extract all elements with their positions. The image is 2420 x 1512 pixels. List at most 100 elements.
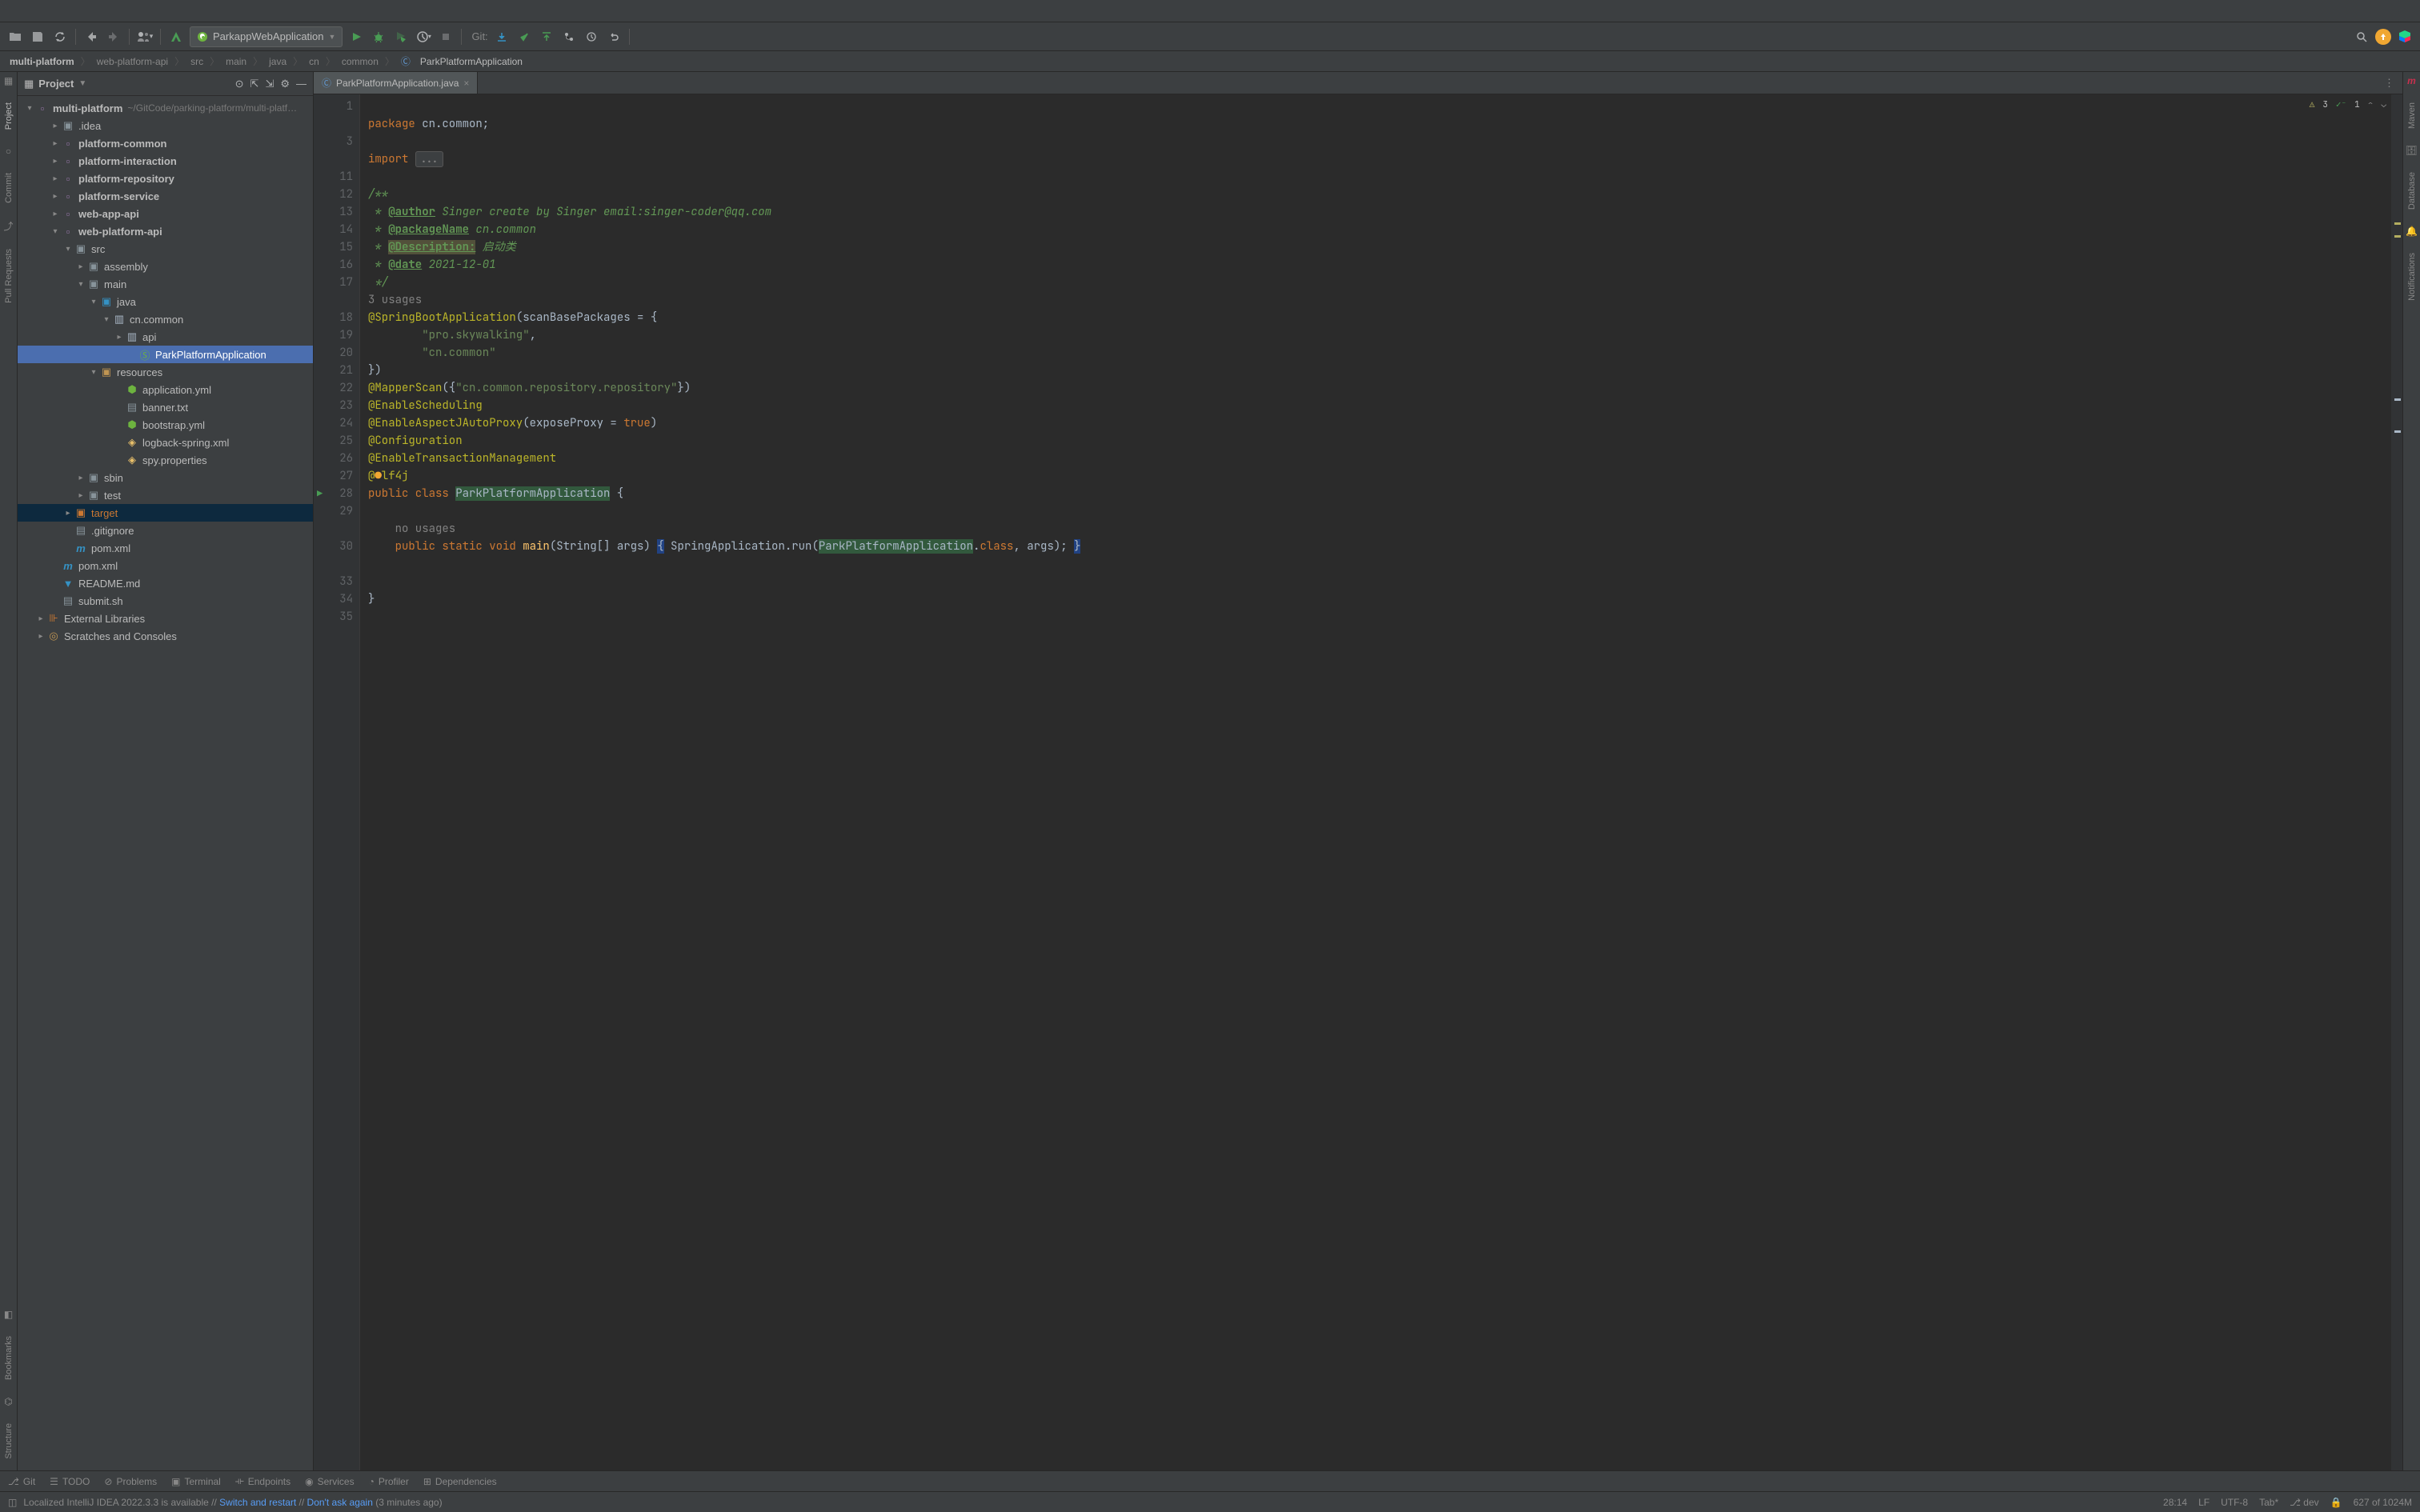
tree-file[interactable]: ◈logback-spring.xml [18, 434, 313, 451]
status-link-switch[interactable]: Switch and restart [219, 1497, 296, 1508]
structure-stripe-label[interactable]: Structure [4, 1420, 14, 1462]
database-stripe-icon[interactable]: 🗄 [2406, 145, 2418, 156]
git-history-icon[interactable] [560, 28, 578, 46]
memory-indicator[interactable]: 627 of 1024M [2354, 1497, 2412, 1508]
notifications-stripe-icon[interactable]: 🔔 [2406, 226, 2418, 237]
tool-endpoints[interactable]: ⟛Endpoints [235, 1475, 290, 1487]
project-stripe-icon[interactable]: ▦ [4, 75, 13, 86]
profile-icon[interactable]: ▾ [415, 28, 432, 46]
tree-file[interactable]: ▼README.md [18, 574, 313, 592]
git-push-icon[interactable] [538, 28, 555, 46]
tree-file[interactable]: ▤.gitignore [18, 522, 313, 539]
back-icon[interactable] [82, 28, 100, 46]
code-with-me-icon[interactable]: ▾ [136, 28, 154, 46]
git-branch-widget[interactable]: ⎇ dev [2290, 1497, 2319, 1508]
line-ending[interactable]: LF [2198, 1497, 2210, 1508]
debug-icon[interactable] [370, 28, 387, 46]
caret-position[interactable]: 28:14 [2163, 1497, 2187, 1508]
database-stripe-label[interactable]: Database [2407, 169, 2417, 213]
breadcrumb-item[interactable]: common [339, 56, 382, 67]
tree-module[interactable]: ▸▫platform-repository [18, 170, 313, 187]
jetbrains-toolbox-icon[interactable] [2396, 28, 2414, 46]
tool-dependencies[interactable]: ⊞Dependencies [423, 1476, 497, 1487]
notifications-stripe-label[interactable]: Notifications [2407, 250, 2417, 304]
tree-module[interactable]: ▾▫web-platform-api [18, 222, 313, 240]
tree-module[interactable]: ▸▫platform-service [18, 187, 313, 205]
structure-stripe-icon[interactable]: ⌬ [4, 1396, 12, 1407]
select-opened-icon[interactable]: ⊙ [235, 78, 244, 90]
search-icon[interactable] [2353, 28, 2370, 46]
tree-file[interactable]: ▤banner.txt [18, 398, 313, 416]
tree-folder-idea[interactable]: ▸▣.idea [18, 117, 313, 134]
tree-file[interactable]: ▤submit.sh [18, 592, 313, 610]
tree-file[interactable]: ◈spy.properties [18, 451, 313, 469]
git-rollback-icon[interactable] [605, 28, 623, 46]
editor[interactable]: ⚠3 ✓⁻1 ⌃ ⌄ 1 3 11 12 13 14 15 16 17 18 1… [314, 94, 2402, 1470]
tree-file[interactable]: mpom.xml [18, 539, 313, 557]
expand-all-icon[interactable]: ⇱ [250, 78, 259, 90]
open-icon[interactable] [6, 28, 24, 46]
sync-icon[interactable] [51, 28, 69, 46]
breadcrumb-item[interactable]: main [222, 56, 250, 67]
tree-file[interactable]: ⬢bootstrap.yml [18, 416, 313, 434]
bookmarks-stripe-label[interactable]: Bookmarks [4, 1333, 14, 1383]
tree-folder-resources[interactable]: ▾▣resources [18, 363, 313, 381]
maven-stripe-label[interactable]: Maven [2407, 99, 2417, 132]
lock-icon[interactable]: 🔒 [2330, 1497, 2342, 1508]
tree-external-libs[interactable]: ▸⊪External Libraries [18, 610, 313, 627]
indent[interactable]: Tab* [2259, 1497, 2278, 1508]
tree-file[interactable]: mpom.xml [18, 557, 313, 574]
editor-tab-active[interactable]: Ⓒ ParkPlatformApplication.java × [314, 72, 478, 94]
breadcrumb-item[interactable]: ParkPlatformApplication [417, 56, 526, 67]
run-gutter-icon[interactable]: ▶ [317, 485, 323, 502]
tree-folder-java[interactable]: ▾▣java [18, 293, 313, 310]
run-icon[interactable] [347, 28, 365, 46]
status-link-dont-ask[interactable]: Don't ask again [307, 1497, 373, 1508]
editor-gutter[interactable]: 1 3 11 12 13 14 15 16 17 18 19 20 21 22 … [314, 94, 360, 1470]
tool-services[interactable]: ◉Services [305, 1476, 355, 1487]
breadcrumb-item[interactable]: web-platform-api [94, 56, 171, 67]
gear-icon[interactable]: ⚙ [280, 78, 290, 90]
tab-menu-icon[interactable]: ⋮ [2384, 77, 2394, 90]
minimize-icon[interactable]: — [296, 78, 307, 90]
tree-module[interactable]: ▸▫platform-common [18, 134, 313, 152]
build-icon[interactable] [167, 28, 185, 46]
close-tab-icon[interactable]: × [463, 78, 469, 89]
run-configuration-selector[interactable]: ParkappWebApplication ▼ [190, 26, 343, 47]
commit-stripe-label[interactable]: Commit [4, 170, 14, 206]
tree-folder-target[interactable]: ▸▣target [18, 504, 313, 522]
commit-stripe-icon[interactable]: ○ [6, 146, 11, 157]
tree-package-api[interactable]: ▸▥api [18, 328, 313, 346]
tree-folder[interactable]: ▸▣assembly [18, 258, 313, 275]
tool-git[interactable]: ⎇Git [8, 1476, 35, 1487]
git-pull-icon[interactable] [493, 28, 511, 46]
chevron-down-icon[interactable]: ▼ [78, 79, 86, 88]
tree-package[interactable]: ▾▥cn.common [18, 310, 313, 328]
tree-class-selected[interactable]: ⓈParkPlatformApplication [18, 346, 313, 363]
tree-file[interactable]: ⬢application.yml [18, 381, 313, 398]
project-tree[interactable]: ▾▫ multi-platform ~/GitCode/parking-plat… [18, 96, 313, 1470]
tree-root[interactable]: ▾▫ multi-platform ~/GitCode/parking-plat… [18, 99, 313, 117]
tree-folder[interactable]: ▸▣test [18, 486, 313, 504]
encoding[interactable]: UTF-8 [2221, 1497, 2248, 1508]
git-commit-icon[interactable] [515, 28, 533, 46]
tree-module[interactable]: ▸▫platform-interaction [18, 152, 313, 170]
tool-problems[interactable]: ⊘Problems [104, 1476, 157, 1487]
code-content[interactable]: package cn.common; import ... /** * @aut… [360, 94, 2391, 1470]
breadcrumb-item[interactable]: cn [306, 56, 323, 67]
tree-folder-main[interactable]: ▾▣main [18, 275, 313, 293]
tool-profiler[interactable]: ◔Profiler [369, 1476, 409, 1487]
tree-module[interactable]: ▸▫web-app-api [18, 205, 313, 222]
tree-folder[interactable]: ▸▣sbin [18, 469, 313, 486]
tool-todo[interactable]: ☰TODO [50, 1476, 90, 1487]
tool-window-quick-access-icon[interactable]: ◫ [8, 1497, 17, 1508]
coverage-icon[interactable] [392, 28, 410, 46]
git-clock-icon[interactable] [583, 28, 600, 46]
breadcrumb-item[interactable]: java [266, 56, 290, 67]
breadcrumb-item[interactable]: src [187, 56, 206, 67]
pr-stripe-icon[interactable]: ⤴ [3, 219, 13, 233]
maven-stripe-icon[interactable]: m [2407, 75, 2416, 86]
forward-icon[interactable] [105, 28, 122, 46]
save-icon[interactable] [29, 28, 46, 46]
project-stripe-label[interactable]: Project [4, 99, 14, 133]
